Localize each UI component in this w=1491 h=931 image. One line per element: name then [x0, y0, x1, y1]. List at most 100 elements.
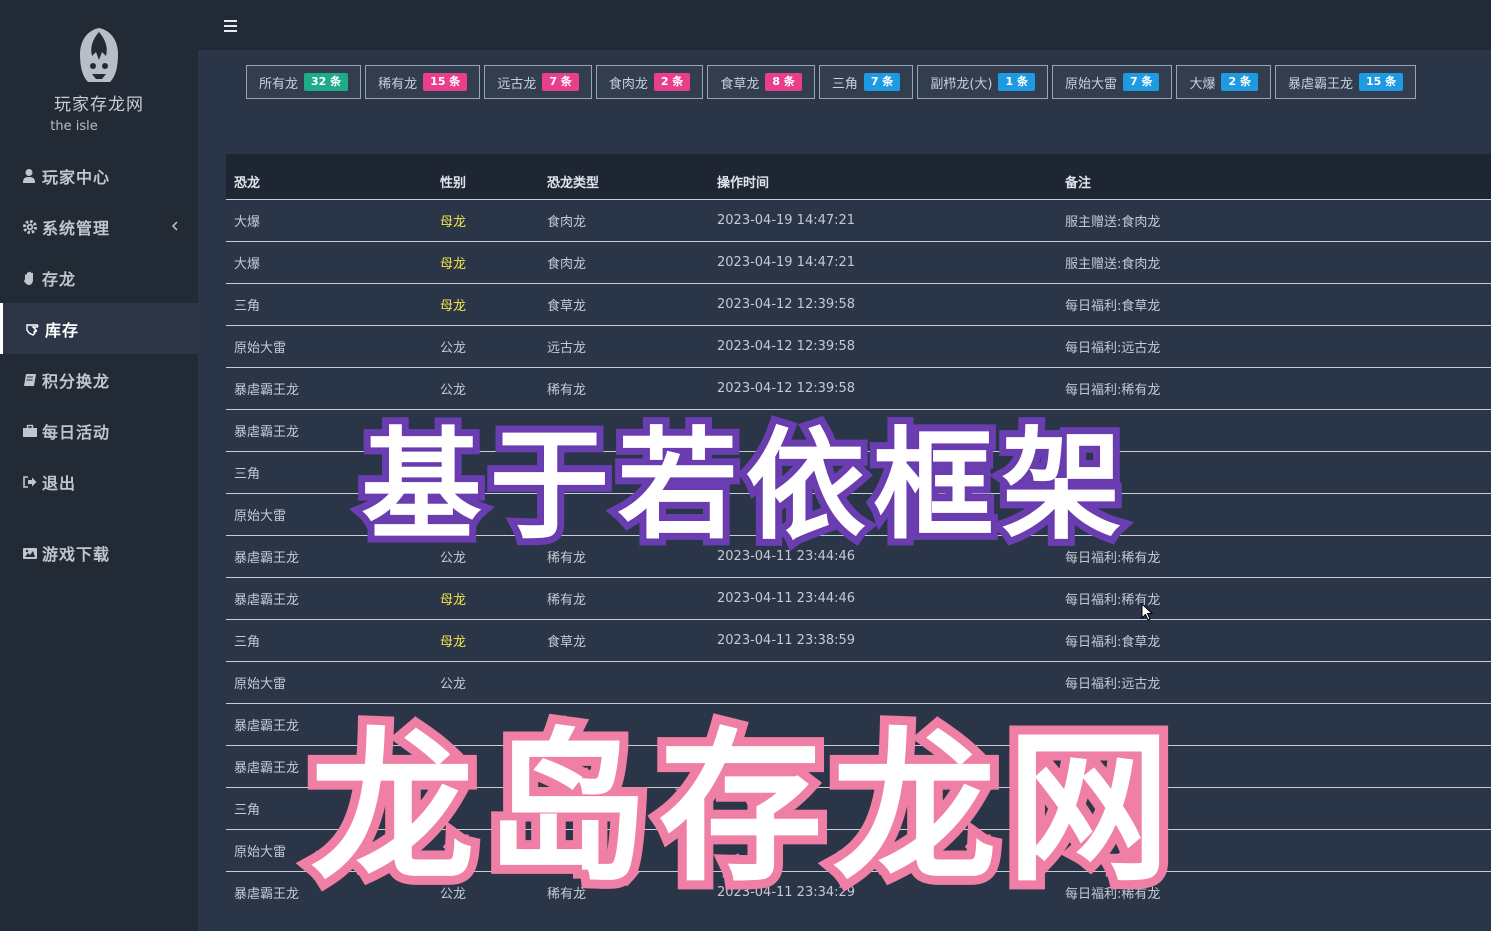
- nav-spacer: [0, 507, 198, 527]
- cell-dino: 暴虐霸王龙: [234, 550, 300, 566]
- count-badge: 1 条: [998, 73, 1035, 91]
- chevron-left-icon: [171, 221, 178, 231]
- cell-dino: 原始大雷: [234, 844, 287, 860]
- sidebar-nav: 玩家中心 系统管理 存龙 库存 积分换龙 每日活动 退出 游戏下载: [0, 150, 198, 578]
- count-badge: 2 条: [1221, 73, 1258, 91]
- sidebar-item-inventory[interactable]: 库存: [0, 303, 198, 354]
- cell-type: 稀有龙: [547, 550, 587, 566]
- table-body: 大爆 母龙 食肉龙 2023-04-19 14:47:21 服主赠送:食肉龙 大爆 母龙 食肉…: [226, 199, 1491, 913]
- column-header-time[interactable]: 操作时间: [709, 154, 1057, 199]
- cell-note: [1057, 451, 1491, 493]
- filter-herbivore[interactable]: 食草龙 8 条: [707, 65, 815, 99]
- cell-note: 每日福利:远古龙: [1065, 676, 1161, 692]
- cell-type: [539, 451, 709, 493]
- logo-subtitle: the isle: [50, 119, 98, 134]
- sidebar-item-game-download[interactable]: 游戏下载: [0, 527, 198, 578]
- cell-dino: 大爆: [234, 214, 261, 230]
- cell-dino: 暴虐霸王龙: [234, 592, 300, 608]
- cell-type: [539, 787, 709, 829]
- logo-title: 玩家存龙网: [54, 95, 144, 115]
- cell-gender: [432, 787, 539, 829]
- table-row: 原始大雷: [226, 493, 1491, 535]
- cell-dino: 三角: [234, 634, 261, 650]
- count-badge: 7 条: [863, 73, 901, 91]
- sidebar-item-daily-activity[interactable]: 每日活动: [0, 405, 198, 456]
- cell-time: [709, 703, 1057, 745]
- cell-type: 食肉龙: [547, 214, 587, 230]
- table-row: 三角 母龙 食草龙 2023-04-11 23:38:59 每日福利:食草龙: [226, 619, 1491, 661]
- cell-gender: 母龙: [440, 214, 467, 230]
- book-icon: [22, 372, 38, 388]
- cell-time: 2023-04-19 14:47:21: [717, 254, 856, 270]
- cell-time: [709, 829, 1057, 871]
- count-badge: 2 条: [653, 73, 691, 91]
- cell-gender: [432, 493, 539, 535]
- sidebar-item-player-center[interactable]: 玩家中心: [0, 150, 198, 201]
- filter-label: 所有龙: [259, 76, 299, 92]
- cell-note: 每日福利:稀有龙: [1065, 592, 1161, 608]
- filter-ancient[interactable]: 远古龙 7 条: [484, 65, 592, 99]
- sidebar-item-system[interactable]: 系统管理: [0, 201, 198, 252]
- column-header-dino[interactable]: 恐龙: [226, 154, 432, 199]
- column-header-gender[interactable]: 性别: [432, 154, 539, 199]
- cell-gender: 母龙: [440, 634, 467, 650]
- cell-time: 2023-04-19 14:47:21: [717, 212, 856, 228]
- sidebar-item-label: 系统管理: [42, 218, 111, 238]
- table-row: 三角: [226, 787, 1491, 829]
- filter-label: 三角: [831, 76, 858, 92]
- briefcase-icon: [22, 423, 38, 439]
- cell-note: [1057, 787, 1491, 829]
- cell-type: [539, 493, 709, 535]
- inventory-table-wrap: 恐龙 性别 恐龙类型 操作时间 备注 大爆 母龙 食肉龙 2023-04-19 14:…: [226, 154, 1491, 931]
- sidebar-item-label: 退出: [42, 473, 77, 493]
- sidebar-item-label: 积分换龙: [42, 371, 111, 391]
- cell-dino: 三角: [234, 802, 261, 818]
- cell-gender: [432, 703, 539, 745]
- cell-dino: 暴虐霸王龙: [234, 424, 300, 440]
- cell-note: 每日福利:食草龙: [1065, 298, 1161, 314]
- cell-gender: [432, 829, 539, 871]
- cell-time: 2023-04-11 23:38:59: [717, 632, 856, 648]
- filter-parasaurolophus[interactable]: 副栉龙(大) 1 条: [917, 65, 1048, 99]
- cell-type: 稀有龙: [547, 592, 587, 608]
- cell-dino: 暴虐霸王龙: [234, 760, 300, 776]
- filter-rare[interactable]: 稀有龙 15 条: [365, 65, 481, 99]
- cell-gender: 公龙: [440, 340, 467, 356]
- cell-gender: [432, 451, 539, 493]
- cell-gender: 公龙: [440, 886, 467, 902]
- cell-type: 食草龙: [547, 298, 587, 314]
- column-header-note[interactable]: 备注: [1057, 154, 1491, 199]
- sidebar-item-logout[interactable]: 退出: [0, 456, 198, 507]
- cell-dino: 原始大雷: [234, 508, 287, 524]
- cell-note: 每日福利:食草龙: [1065, 634, 1161, 650]
- cell-dino: 大爆: [234, 256, 261, 272]
- count-badge: 8 条: [765, 73, 802, 91]
- filter-dabao[interactable]: 大爆 2 条: [1176, 65, 1271, 99]
- cell-note: 服主赠送:食肉龙: [1065, 214, 1161, 230]
- sign-out-icon: [22, 474, 38, 490]
- cell-note: [1057, 829, 1491, 871]
- menu-toggle-icon[interactable]: [224, 20, 237, 32]
- count-badge: 15 条: [423, 73, 468, 91]
- cell-time: 2023-04-11 23:44:46: [717, 590, 856, 606]
- table-row: 暴虐霸王龙: [226, 703, 1491, 745]
- sidebar-item-points-exchange[interactable]: 积分换龙: [0, 354, 198, 405]
- filter-primitive-thunder[interactable]: 原始大雷 7 条: [1051, 65, 1173, 99]
- sidebar-item-store[interactable]: 存龙: [0, 252, 198, 303]
- cell-note: [1057, 409, 1491, 451]
- cell-note: 每日福利:稀有龙: [1065, 550, 1161, 566]
- filter-triceratops[interactable]: 三角 7 条: [818, 65, 914, 99]
- filter-carnivore[interactable]: 食肉龙 2 条: [595, 65, 704, 99]
- cell-type: 食草龙: [547, 634, 587, 650]
- hand-pointer-icon: [25, 321, 41, 337]
- cell-type: 食肉龙: [547, 256, 587, 272]
- cell-time: 2023-04-12 12:39:58: [717, 296, 856, 312]
- count-badge: 15 条: [1358, 73, 1404, 91]
- cell-dino: 暴虐霸王龙: [234, 886, 300, 902]
- filter-all[interactable]: 所有龙 32 条: [246, 65, 362, 99]
- sidebar-item-label: 存龙: [42, 269, 77, 289]
- table-row: 大爆 母龙 食肉龙 2023-04-19 14:47:21 服主赠送:食肉龙: [226, 241, 1491, 283]
- filter-tyrannosaurus[interactable]: 暴虐霸王龙 15 条: [1274, 65, 1417, 99]
- column-header-type[interactable]: 恐龙类型: [539, 154, 709, 199]
- cell-time: [709, 787, 1057, 829]
